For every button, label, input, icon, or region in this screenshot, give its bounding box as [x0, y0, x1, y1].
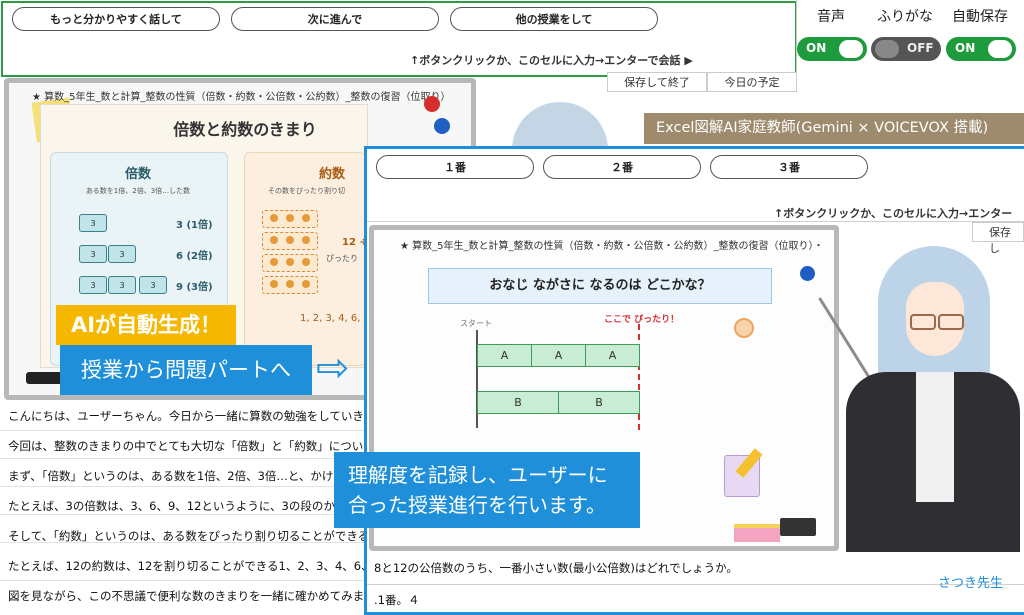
multiple-chip: 3 — [79, 245, 107, 263]
next-button[interactable]: 次に進んで — [231, 7, 439, 31]
panel-divider — [367, 221, 1024, 222]
furigana-toggle-label: ふりがな — [877, 9, 933, 25]
cookie-icon — [286, 258, 294, 266]
autosave-toggle[interactable]: ON — [946, 37, 1016, 61]
cookie-icon — [286, 236, 294, 244]
problem-text: 8と12の公倍数のうち、一番小さい数(最小公倍数)はどれでしょうか。 — [374, 561, 738, 575]
problem-board-header: ★ 算数_5年生_数と計算_整数の性質（倍数・約数・公倍数・公約数）_整数の復習… — [400, 241, 820, 252]
cookie-icon — [302, 258, 310, 266]
chat-message: 図を見ながら、この不思議で便利な数のきまりを一緒に確かめてみまし — [8, 589, 366, 603]
toggle-knob — [988, 40, 1012, 58]
toggle-knob — [875, 40, 899, 58]
chat-message: 今回は、整数のきまりの中でとても大切な「倍数」と「約数」について、さ — [8, 439, 366, 453]
bar-a-segment: A — [531, 344, 586, 367]
chat-log: こんにちは、ユーザーちゃん。今日から一緒に算数の勉強をしていきまし 今回は、整数… — [0, 402, 366, 615]
bar-a-segment: A — [477, 344, 532, 367]
multiple-chip: 3 — [79, 276, 107, 294]
explain-easier-button[interactable]: もっと分かりやすく話して — [12, 7, 220, 31]
teacher-name: さつき先生 — [938, 576, 1004, 591]
glasses-icon — [910, 314, 936, 330]
glasses-icon — [938, 314, 964, 330]
chat-message: こんにちは、ユーザーちゃん。今日から一緒に算数の勉強をしていきまし — [8, 409, 366, 423]
question-box: おなじ ながさに なるのは どこかな？ — [428, 268, 772, 304]
voice-toggle-label: 音声 — [817, 9, 845, 25]
multiples-subtitle: ある数を1倍、2倍、3倍…した数 — [85, 187, 191, 195]
conversation-hint: ↑ボタンクリックか、このセルに入力→エンターで会話 ▶ — [410, 54, 693, 67]
multiple-chip: 3 — [139, 276, 167, 294]
chat-message: まず、「倍数」というのは、ある数を1倍、2倍、3倍…と、かけ算して — [8, 469, 366, 483]
multiple-chip: 3 — [108, 245, 136, 263]
divisors-note: ぴったり — [326, 254, 358, 263]
match-dashed-line — [638, 324, 640, 430]
sticky-notes-stack — [734, 524, 780, 542]
bar-a-segment: A — [585, 344, 640, 367]
match-label: ここで ぴったり！ — [604, 315, 680, 325]
voice-toggle-state: ON — [806, 41, 827, 55]
cookie-icon — [302, 236, 310, 244]
cookie-icon — [270, 280, 278, 288]
answer-2-button[interactable]: ２番 — [543, 155, 701, 179]
multiple-chip: 3 — [79, 214, 107, 232]
record-callout: 理解度を記録し、ユーザーに 合った授業進行を行います。 — [334, 452, 640, 528]
panel-save-button[interactable]: 保存し — [972, 222, 1024, 255]
multiples-title: 倍数 — [124, 167, 151, 182]
chat-message: たとえば、3の倍数は、3、6、9、12というように、3の段のかけ算 — [8, 499, 358, 513]
cookie-icon — [286, 280, 294, 288]
answer-3-button[interactable]: ３番 — [710, 155, 868, 179]
autosave-toggle-label: 自動保存 — [952, 9, 1008, 25]
save-and-exit-button[interactable]: 保存して終了 — [607, 72, 707, 92]
red-magnet-icon — [424, 96, 440, 112]
multiple-row-3: 9 (3倍) — [176, 282, 213, 293]
chat-message: たとえば、12の約数は、12を割り切ることができる1、2、3、4、6、12に — [8, 559, 366, 573]
autosave-toggle-state: ON — [955, 41, 976, 55]
problem-hint: ↑ボタンクリックか、このセルに入力→エンター — [774, 207, 1013, 220]
multiple-row-1: 3 (1倍) — [176, 220, 213, 231]
furigana-toggle-state: OFF — [907, 41, 934, 55]
cookie-icon — [270, 214, 278, 222]
chat-message: そして、「約数」というのは、ある数をぴったり割り切ることができる — [8, 529, 366, 543]
bar-b-segment: B — [558, 391, 640, 414]
to-problem-callout: 授業から問題パートへ — [60, 345, 312, 395]
teacher-shirt — [916, 372, 954, 502]
toggle-knob — [839, 40, 863, 58]
cookie-icon — [286, 214, 294, 222]
lesson-title: 倍数と約数のきまり — [173, 120, 317, 139]
eraser — [780, 518, 816, 536]
divisors-subtitle: その数をぴったり割り切 — [268, 187, 345, 195]
flower-icon — [734, 318, 754, 338]
cookie-icon — [270, 236, 278, 244]
problem-row-divider — [367, 584, 1024, 585]
other-lesson-button[interactable]: 他の授業をして — [450, 7, 658, 31]
cookie-icon — [302, 280, 310, 288]
cookie-icon — [270, 258, 278, 266]
answer-1-button[interactable]: １番 — [376, 155, 534, 179]
multiple-chip: 3 — [108, 276, 136, 294]
voice-toggle[interactable]: ON — [797, 37, 867, 61]
app-title-banner: Excel図解AI家庭教師(Gemini × VOICEVOX 搭載) — [644, 113, 1024, 144]
auto-generate-callout: AIが自動生成！ — [56, 305, 236, 345]
bar-b-segment: B — [477, 391, 559, 414]
cookie-icon — [302, 214, 310, 222]
answer-input[interactable]: .1番。４ — [374, 592, 419, 608]
right-arrow-icon: ⇨ — [316, 345, 350, 391]
start-label: スタート — [460, 319, 492, 328]
today-schedule-button[interactable]: 今日の予定 — [707, 72, 797, 92]
furigana-toggle[interactable]: OFF — [871, 37, 941, 61]
blue-magnet-icon — [800, 266, 815, 281]
multiple-row-2: 6 (2倍) — [176, 251, 213, 262]
whiteboard-header: ★ 算数_5年生_数と計算_整数の性質（倍数・約数・公倍数・公約数）_整数の復習… — [32, 92, 451, 103]
